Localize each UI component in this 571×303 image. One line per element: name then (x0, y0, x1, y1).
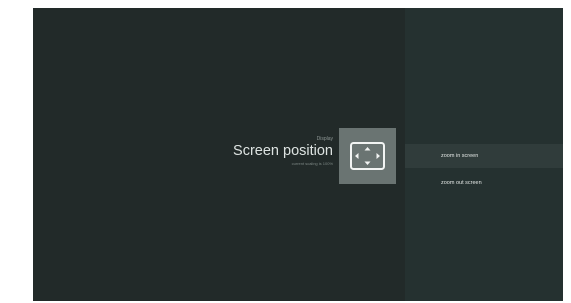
zoom-in-screen-option[interactable]: zoom in screen (405, 144, 563, 168)
zoom-out-screen-option[interactable]: zoom out screen (405, 171, 563, 195)
scaling-status: current scaling is 100% (291, 161, 333, 166)
screen-position-icon (339, 128, 396, 184)
category-label: Display (316, 136, 333, 142)
setting-header: Display Screen position current scaling … (233, 136, 333, 167)
tv-screen: Display Screen position current scaling … (33, 8, 563, 301)
page-title: Screen position (233, 143, 333, 159)
